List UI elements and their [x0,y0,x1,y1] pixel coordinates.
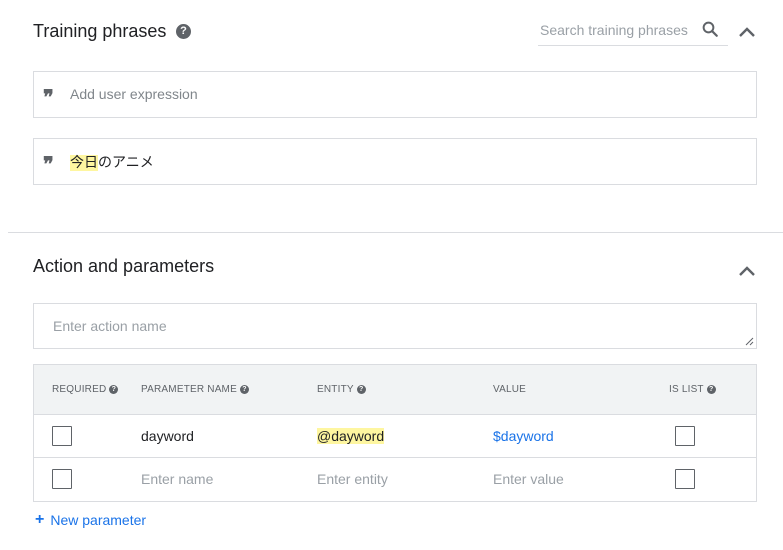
new-parameter-button[interactable]: + New parameter [35,511,147,529]
col-required: REQUIRED ? [52,384,119,395]
training-help-icon[interactable]: ? [176,24,191,39]
table-row: dayword @dayword $dayword [34,415,756,458]
required-help-icon[interactable]: ? [109,385,119,394]
col-parameter-name-label: PARAMETER NAME [141,384,237,395]
plus-icon: + [35,511,45,528]
training-phrase-text[interactable]: 今日のアニメ [70,152,154,172]
section-divider [8,232,783,233]
add-user-expression-box[interactable]: ❞ [33,71,757,118]
parameter-name-input[interactable] [141,471,291,487]
resize-handle-icon[interactable] [745,337,754,346]
is-list-help-icon[interactable]: ? [706,385,716,394]
parameters-table-header: REQUIRED ? PARAMETER NAME ? ENTITY ? VAL… [34,365,756,415]
is-list-checkbox[interactable] [675,426,695,446]
required-checkbox[interactable] [52,426,72,446]
annotated-word[interactable]: 今日 [70,155,98,171]
training-phrases-title: Training phrases [33,21,167,41]
required-checkbox[interactable] [52,469,72,489]
col-is-list-label: IS LIST [669,384,704,395]
training-collapse-chevron-up-icon[interactable] [738,26,756,38]
col-required-label: REQUIRED [52,384,107,395]
col-entity: ENTITY ? [317,384,366,395]
new-parameter-label: New parameter [50,512,147,528]
phrase-rest: のアニメ [98,155,154,171]
parameter-name-help-icon[interactable]: ? [239,385,249,394]
quote-icon: ❞ [43,85,54,109]
col-value-label: VALUE [493,384,527,395]
value-value[interactable]: $dayword [493,428,554,444]
col-entity-label: ENTITY [317,384,354,395]
search-training-phrases [538,16,728,46]
col-parameter-name: PARAMETER NAME ? [141,384,249,395]
is-list-checkbox[interactable] [675,469,695,489]
entity-input[interactable] [317,471,467,487]
col-is-list: IS LIST ? [669,384,716,395]
action-name-input[interactable] [53,318,733,334]
add-user-expression-input[interactable] [70,86,670,102]
parameter-name-value[interactable]: dayword [141,428,194,444]
value-input[interactable] [493,471,643,487]
entity-help-icon[interactable]: ? [356,385,366,394]
quote-icon: ❞ [43,152,54,176]
action-collapse-chevron-up-icon[interactable] [738,265,756,277]
col-value: VALUE [493,384,526,395]
action-parameters-title: Action and parameters [33,256,215,276]
search-icon[interactable] [701,20,719,38]
action-name-box[interactable] [33,303,757,349]
parameters-table: REQUIRED ? PARAMETER NAME ? ENTITY ? VAL… [33,364,757,502]
table-row-empty [34,458,756,501]
entity-value[interactable]: @dayword [317,428,385,444]
search-training-input[interactable] [540,22,690,38]
training-phrase-item[interactable]: ❞ 今日のアニメ [33,138,757,185]
